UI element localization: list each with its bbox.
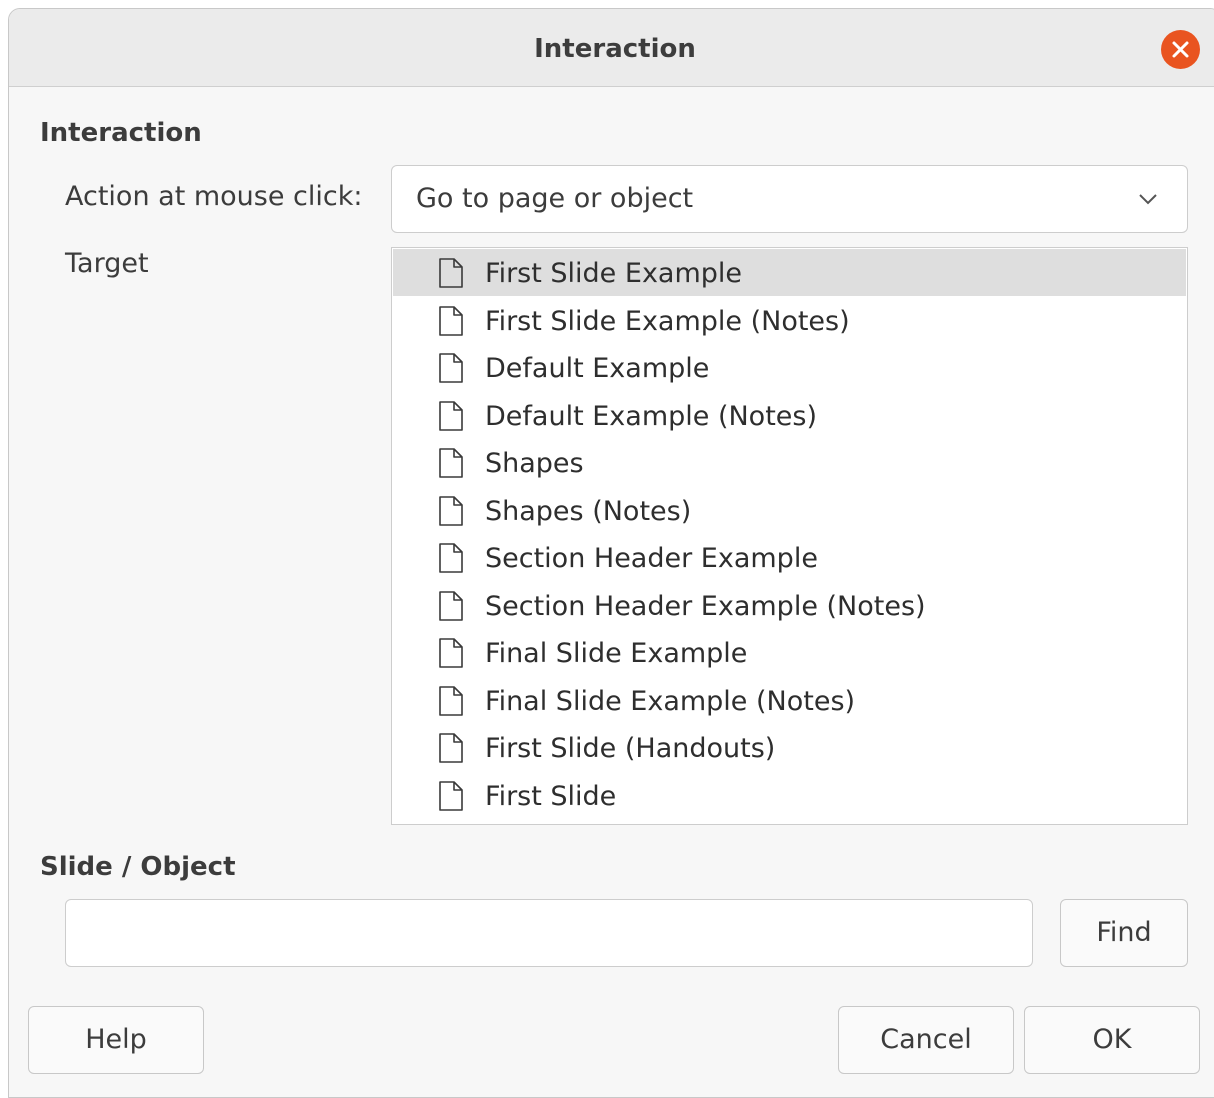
- target-list-item-label: Final Slide Example (Notes): [485, 686, 856, 717]
- document-icon: [439, 686, 463, 716]
- help-button[interactable]: Help: [28, 1006, 204, 1074]
- target-list-item-label: Final Slide Example: [485, 638, 748, 669]
- target-list-item[interactable]: Final Slide Example: [393, 629, 1186, 676]
- document-icon: [439, 733, 463, 763]
- chevron-down-icon: [1139, 194, 1157, 205]
- target-list-item[interactable]: Section Header Example: [393, 534, 1186, 581]
- title-bar: Interaction: [9, 9, 1214, 87]
- interaction-dialog: Interaction Interaction Action at mouse …: [8, 8, 1214, 1098]
- target-list-item[interactable]: First Slide: [393, 772, 1186, 819]
- target-list-item-label: Shapes: [485, 448, 584, 479]
- document-icon: [439, 638, 463, 668]
- dialog-title: Interaction: [534, 34, 696, 64]
- document-icon: [439, 401, 463, 431]
- document-icon: [439, 543, 463, 573]
- target-list-item[interactable]: First Slide Example (Notes): [393, 297, 1186, 344]
- target-list-item[interactable]: Default Example (Notes): [393, 392, 1186, 439]
- cancel-button[interactable]: Cancel: [838, 1006, 1014, 1074]
- close-icon: [1172, 41, 1189, 58]
- target-list-item[interactable]: First Slide Example: [393, 249, 1186, 296]
- action-dropdown-value: Go to page or object: [416, 183, 694, 214]
- action-label: Action at mouse click:: [65, 181, 363, 212]
- document-icon: [439, 448, 463, 478]
- slide-object-heading: Slide / Object: [40, 852, 236, 882]
- document-icon: [439, 353, 463, 383]
- target-list-item-label: Default Example: [485, 353, 710, 384]
- document-icon: [439, 496, 463, 526]
- target-list-item-label: First Slide Example: [485, 258, 743, 289]
- target-list-item-label: First Slide: [485, 781, 617, 812]
- action-dropdown[interactable]: Go to page or object: [391, 165, 1188, 233]
- target-list-item-label: Shapes (Notes): [485, 496, 692, 527]
- document-icon: [439, 306, 463, 336]
- target-label: Target: [65, 248, 149, 279]
- close-button[interactable]: [1161, 30, 1200, 69]
- target-list-item-label: Section Header Example (Notes): [485, 591, 926, 622]
- target-list-item[interactable]: Default Example: [393, 344, 1186, 391]
- target-list-item-label: Default Example (Notes): [485, 401, 818, 432]
- target-list-item-label: First Slide (Handouts): [485, 733, 776, 764]
- document-icon: [439, 781, 463, 811]
- target-list-item-label: Section Header Example: [485, 543, 818, 574]
- target-list-item[interactable]: Section Header Example (Notes): [393, 582, 1186, 629]
- target-list-item[interactable]: First Slide (Handouts): [393, 724, 1186, 771]
- target-list-item[interactable]: Shapes (Notes): [393, 487, 1186, 534]
- slide-object-input[interactable]: [65, 899, 1033, 967]
- document-icon: [439, 591, 463, 621]
- document-icon: [439, 258, 463, 288]
- target-list-item[interactable]: Shapes: [393, 439, 1186, 486]
- interaction-heading: Interaction: [40, 118, 202, 148]
- ok-button[interactable]: OK: [1024, 1006, 1200, 1074]
- find-button[interactable]: Find: [1060, 899, 1188, 967]
- target-list-item[interactable]: Final Slide Example (Notes): [393, 677, 1186, 724]
- target-list-item-label: First Slide Example (Notes): [485, 306, 850, 337]
- target-list[interactable]: First Slide Example First Slide Example (…: [391, 247, 1188, 825]
